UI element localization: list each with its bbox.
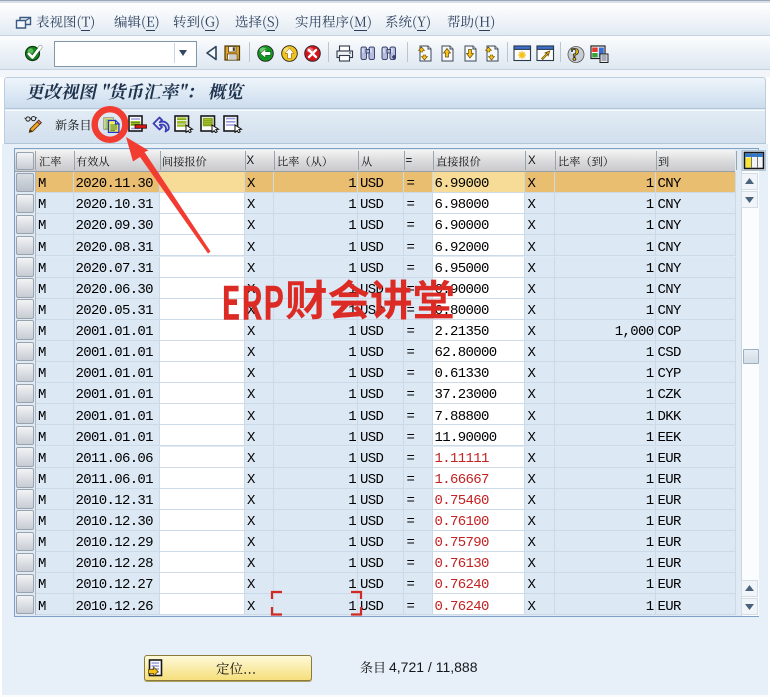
svg-text:?: ? bbox=[571, 45, 580, 64]
